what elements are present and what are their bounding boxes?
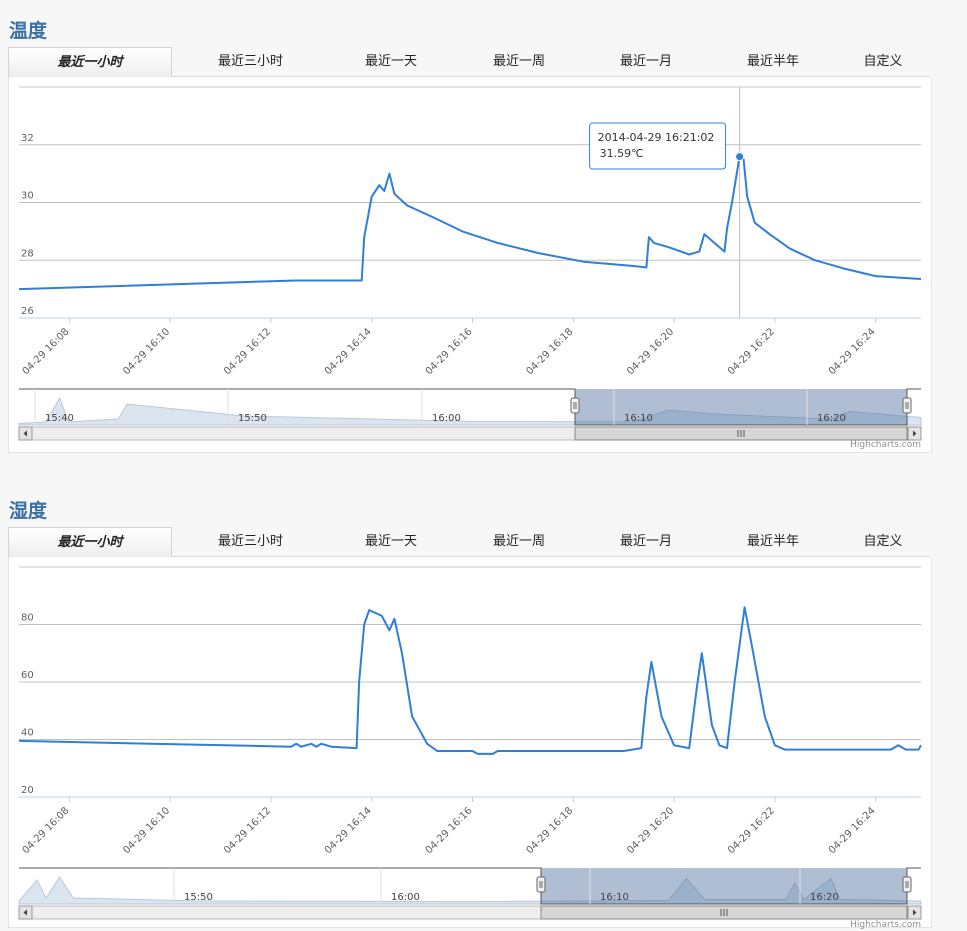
tab-last-half-year[interactable]: 最近半年	[708, 527, 838, 556]
series-line	[18, 155, 922, 291]
y-tick-label: 60	[21, 670, 34, 681]
x-tick-label: 04-29 16:20	[625, 805, 676, 856]
humidity-range-tabs: 最近一小时 最近三小时 最近一天 最近一周 最近一月 最近半年 自定义	[8, 527, 930, 557]
credits-link[interactable]: Highcharts.com	[850, 440, 921, 450]
x-tick-label: 04-29 16:12	[222, 326, 273, 377]
x-tick-label: 04-29 16:08	[21, 326, 72, 377]
navigator-time-label: 15:50	[184, 892, 213, 903]
x-tick-label: 04-29 16:14	[323, 326, 374, 377]
navigator-handle-left[interactable]	[536, 876, 546, 893]
tooltip-box	[589, 122, 727, 170]
navigator-handle-right[interactable]	[902, 876, 912, 893]
y-tick-label: 40	[21, 728, 34, 739]
y-tick-label: 28	[21, 248, 34, 259]
tab-last-half-year[interactable]: 最近半年	[708, 47, 838, 76]
x-tick-label: 04-29 16:10	[121, 326, 172, 377]
credits-link[interactable]: Highcharts.com	[850, 920, 921, 930]
humidity-chart[interactable]: 20 40 60 80 04-29 16:08 04-29 16:10 04-29 16:1…	[9, 557, 931, 927]
x-tick-label: 04-29 16:16	[424, 326, 475, 377]
temperature-title: 温度	[9, 20, 48, 42]
y-tick-label: 30	[21, 191, 34, 202]
navigator-time-label: 16:20	[817, 413, 846, 424]
x-tick-label: 04-29 16:18	[524, 326, 575, 377]
x-tick-label: 04-29 16:22	[726, 326, 777, 377]
tab-last-hour[interactable]: 最近一小时	[8, 47, 172, 77]
x-tick-label: 04-29 16:16	[424, 805, 475, 856]
tab-last-hour[interactable]: 最近一小时	[8, 527, 172, 557]
navigator-selection	[541, 868, 907, 904]
navigator-time-label: 15:40	[45, 413, 74, 424]
navigator-time-label: 16:10	[624, 413, 653, 424]
navigator-time-label: 15:50	[238, 413, 267, 424]
tab-last-day[interactable]: 最近一天	[326, 527, 456, 556]
x-tick-label: 04-29 16:08	[21, 805, 72, 856]
x-tick-label: 04-29 16:18	[524, 805, 575, 856]
tab-last-day[interactable]: 最近一天	[326, 47, 456, 76]
temperature-range-tabs: 最近一小时 最近三小时 最近一天 最近一周 最近一月 最近半年 自定义	[8, 47, 930, 77]
x-tick-label: 04-29 16:24	[827, 326, 878, 377]
navigator-time-label: 16:00	[432, 413, 461, 424]
series-line	[18, 606, 922, 755]
tab-last-3-hours[interactable]: 最近三小时	[183, 527, 318, 556]
y-tick-label: 80	[21, 613, 34, 624]
navigator-handle-right[interactable]	[902, 397, 912, 414]
tooltip-marker	[735, 152, 745, 162]
temperature-chart-panel: 26 28 30 32 04-29 16:08 04-29 16:10 04-29 16:1…	[8, 77, 932, 453]
humidity-chart-panel: 20 40 60 80 04-29 16:08 04-29 16:10 04-29 16:1…	[8, 557, 932, 930]
navigator-handle-left[interactable]	[570, 397, 580, 414]
tab-last-week[interactable]: 最近一周	[454, 47, 584, 76]
navigator-time-label: 16:00	[391, 892, 420, 903]
tooltip-value: 31.59℃	[600, 147, 644, 160]
tab-last-month[interactable]: 最近一月	[581, 527, 711, 556]
y-tick-label: 26	[21, 306, 34, 317]
tab-last-week[interactable]: 最近一周	[454, 527, 584, 556]
tooltip-time: 2014-04-29 16:21:02	[598, 131, 715, 144]
x-tick-label: 04-29 16:20	[625, 326, 676, 377]
humidity-title: 湿度	[9, 500, 48, 522]
x-tick-label: 04-29 16:14	[323, 805, 374, 856]
x-tick-label: 04-29 16:22	[726, 805, 777, 856]
tab-custom[interactable]: 自定义	[843, 47, 923, 76]
y-tick-label: 20	[21, 785, 34, 796]
navigator-time-label: 16:20	[810, 892, 839, 903]
x-tick-label: 04-29 16:12	[222, 805, 273, 856]
y-tick-label: 32	[21, 133, 34, 144]
tab-custom[interactable]: 自定义	[843, 527, 923, 556]
x-tick-label: 04-29 16:24	[827, 805, 878, 856]
x-tick-label: 04-29 16:10	[121, 805, 172, 856]
navigator-time-label: 16:10	[600, 892, 629, 903]
temperature-chart[interactable]: 26 28 30 32 04-29 16:08 04-29 16:10 04-29 16:1…	[9, 77, 931, 452]
tab-last-3-hours[interactable]: 最近三小时	[183, 47, 318, 76]
tab-last-month[interactable]: 最近一月	[581, 47, 711, 76]
